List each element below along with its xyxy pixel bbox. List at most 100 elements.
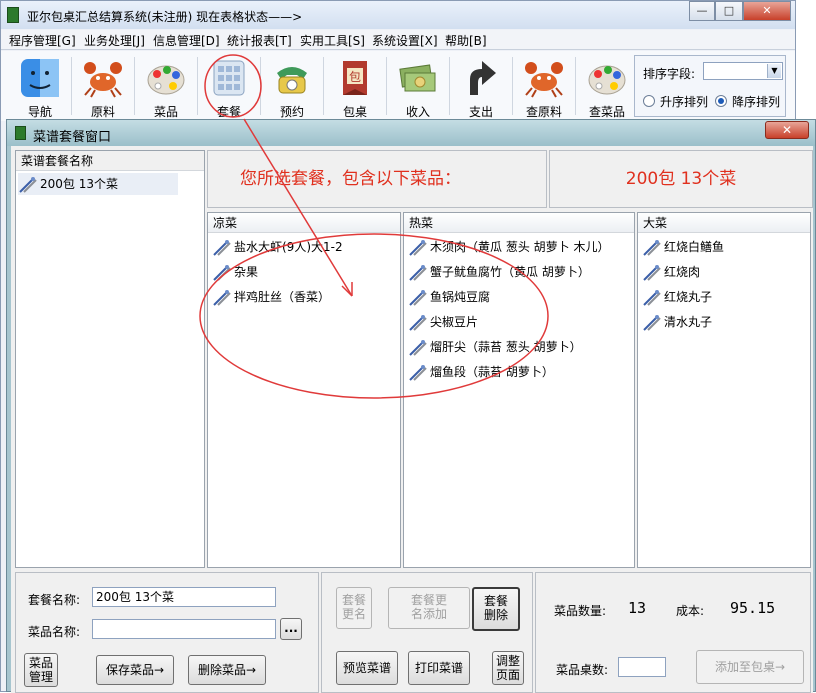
toolbar-label: 查菜品 [588,105,625,119]
spoon-fork-icon [642,289,662,307]
menu-help[interactable]: 帮助[B] [445,32,487,49]
main-window-title: 亚尔包桌汇总结算系统(未注册) 现在表格状态——> [27,10,303,24]
hot-dishes-list: 热菜 木须肉（黄瓜 葱头 胡萝卜 木儿） 蟹子鱿鱼腐竹（黄瓜 胡萝卜） 鱼锅炖豆… [403,212,635,568]
close-button[interactable]: ✕ [765,121,809,139]
sort-descending-radio[interactable] [715,95,727,107]
package-window: 菜谱套餐窗口 ✕ 菜谱套餐名称 200包 13个菜 您所选套餐，包含以下菜品： … [6,119,816,693]
table-count-label: 菜品桌数: [556,663,609,677]
list-item[interactable]: 尖椒豆片 [408,311,478,333]
browse-dish-button[interactable]: ... [280,618,302,640]
minimize-button[interactable]: — [689,1,715,21]
maximize-button[interactable]: □ [715,1,743,21]
menu-program-management[interactable]: 程序管理[G] [9,32,76,49]
nav-button[interactable]: 导航 [11,53,69,119]
dish-name-field[interactable] [92,619,276,639]
expense-button[interactable]: 支出 [452,53,510,119]
delete-dish-button[interactable]: 删除菜品→ [188,655,266,685]
spoon-fork-icon [212,264,232,282]
save-dish-button[interactable]: 保存菜品→ [96,655,174,685]
income-button[interactable]: 收入 [389,53,447,119]
button-text: 套餐 [341,593,366,607]
spoon-fork-icon [642,314,662,332]
finder-face-icon [19,57,61,99]
dishes-button[interactable]: 菜品 [137,53,195,119]
column-header: 热菜 [404,213,634,233]
dish-name: 蟹子鱿鱼腐竹（黄瓜 胡萝卜） [430,265,590,279]
package-list-header: 菜谱套餐名称 [16,151,204,171]
menu-reports[interactable]: 统计报表[T] [227,32,292,49]
rename-package-button[interactable]: 套餐 更名 [336,587,372,629]
table-count-field[interactable] [618,657,666,677]
sort-ascending-radio[interactable] [643,95,655,107]
list-item[interactable]: 熘鱼段（蒜苔 胡萝卜） [408,361,554,383]
dish-name: 盐水大虾(9人)大1-2 [234,240,343,254]
button-text: 菜品 [28,656,53,670]
toolbar-label: 查原料 [525,105,562,119]
add-to-banquet-button[interactable]: 添加至包桌→ [696,650,804,684]
list-item[interactable]: 清水丸子 [642,311,712,333]
delete-package-button[interactable]: 套餐 删除 [472,587,520,631]
menu-settings[interactable]: 系统设置[X] [372,32,438,49]
query-dishes-button[interactable]: 查菜品 [578,53,636,119]
query-ingredients-button[interactable]: 查原料 [515,53,573,119]
spoon-fork-icon [408,264,428,282]
cost-label: 成本: [676,604,705,618]
package-name-label: 套餐名称: [28,593,81,607]
main-close-button[interactable]: ✕ [743,1,791,21]
dish-name: 杂果 [234,265,259,279]
package-button[interactable]: 套餐 [200,53,258,119]
package-window-title: 菜谱套餐窗口 [33,130,112,145]
list-item[interactable]: 木须肉（黄瓜 葱头 胡萝卜 木儿） [408,236,609,258]
preview-menu-button[interactable]: 预览菜谱 [336,651,398,685]
palette-icon [145,57,187,99]
list-item[interactable]: 蟹子鱿鱼腐竹（黄瓜 胡萝卜） [408,261,590,283]
dish-name: 熘肝尖（蒜苔 葱头 胡萝卜） [430,340,582,354]
button-text: 更名 [341,607,366,621]
chevron-down-icon[interactable]: ▼ [767,64,781,78]
print-menu-button[interactable]: 打印菜谱 [408,651,470,685]
spoon-fork-icon [212,289,232,307]
spoon-fork-icon [408,289,428,307]
ingredients-button[interactable]: 原料 [74,53,132,119]
spoon-fork-icon [408,314,428,332]
button-text: 删除 [483,608,508,622]
dish-name: 红烧丸子 [664,290,713,304]
rename-add-package-button[interactable]: 套餐更 名添加 [388,587,470,629]
button-text: 调整 [495,654,520,668]
list-item[interactable]: 拌鸡肚丝（香菜） [212,286,330,308]
package-name-field[interactable]: 200包 13个菜 [92,587,276,607]
spoon-fork-icon [642,239,662,257]
list-item[interactable]: 红烧白鳝鱼 [642,236,724,258]
menu-business[interactable]: 业务处理[J] [84,32,145,49]
adjust-page-button[interactable]: 调整 页面 [492,651,524,685]
list-item[interactable]: 红烧丸子 [642,286,712,308]
menu-tools[interactable]: 实用工具[S] [300,32,365,49]
sort-field-label: 排序字段: [643,67,696,81]
package-form-panel: 套餐名称: 200包 13个菜 菜品名称: ... 菜品 管理 保存菜品→ 删除… [15,572,319,693]
menu-information[interactable]: 信息管理[D] [153,32,220,49]
dish-name: 木须肉（黄瓜 葱头 胡萝卜 木儿） [430,240,610,254]
dish-name: 红烧肉 [664,265,701,279]
dish-management-button[interactable]: 菜品 管理 [24,653,58,687]
crab-icon [523,57,565,99]
sort-field-select[interactable]: ▼ [703,62,783,80]
list-item[interactable]: 杂果 [212,261,258,283]
banquet-button[interactable]: 包 包桌 [326,53,384,119]
dish-name-label: 菜品名称: [28,625,81,639]
money-icon [397,57,439,99]
column-header: 凉菜 [208,213,400,233]
spoon-fork-icon [212,239,232,257]
package-window-body: 菜谱套餐名称 200包 13个菜 您所选套餐，包含以下菜品： 200包 13个菜… [11,146,813,693]
list-item[interactable]: 红烧肉 [642,261,700,283]
list-item[interactable]: 鱼锅炖豆腐 [408,286,490,308]
sort-ascending-label: 升序排列 [660,95,709,109]
list-item[interactable]: 熘肝尖（蒜苔 葱头 胡萝卜） [408,336,582,358]
package-list-item[interactable]: 200包 13个菜 [18,173,178,195]
button-text: 管理 [28,670,53,684]
toolbar: 导航 原料 菜品 套餐 预约 包 包桌 收入 支出 查原料 查菜品 排序字段: … [1,51,795,121]
crab-icon [82,57,124,99]
reservation-button[interactable]: 预约 [263,53,321,119]
list-item[interactable]: 盐水大虾(9人)大1-2 [212,236,343,258]
toolbar-label: 支出 [468,105,493,119]
button-text: 名添加 [410,607,447,621]
